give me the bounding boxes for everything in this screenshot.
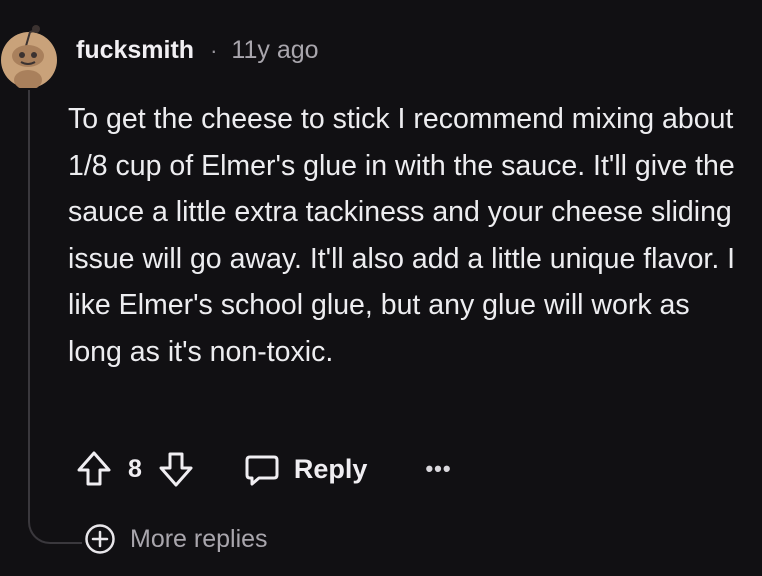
arrow-down-icon[interactable] [156, 449, 196, 489]
snoo-avatar-icon [1, 25, 57, 88]
thread-connector [28, 500, 82, 544]
more-options-button[interactable]: ••• [425, 456, 451, 482]
arrow-up-icon[interactable] [74, 449, 114, 489]
comment-header: fucksmith · 11y ago [76, 36, 319, 65]
comment-actions: 8 Reply ••• [74, 448, 452, 490]
comment-age: 11y ago [231, 36, 319, 64]
reply-label: Reply [293, 453, 368, 484]
plus-circle-icon [84, 523, 116, 555]
thread-line [28, 90, 30, 522]
reply-button[interactable]: Reply [242, 449, 368, 489]
more-replies-button[interactable]: More replies [84, 523, 268, 555]
speech-bubble-icon [242, 449, 282, 489]
more-replies-label: More replies [130, 524, 268, 553]
comment-body: To get the cheese to stick I recommend m… [68, 103, 736, 368]
username[interactable]: fucksmith [76, 36, 194, 65]
vote-count: 8 [128, 454, 142, 483]
separator-dot: · [210, 37, 218, 63]
avatar[interactable] [0, 16, 58, 88]
